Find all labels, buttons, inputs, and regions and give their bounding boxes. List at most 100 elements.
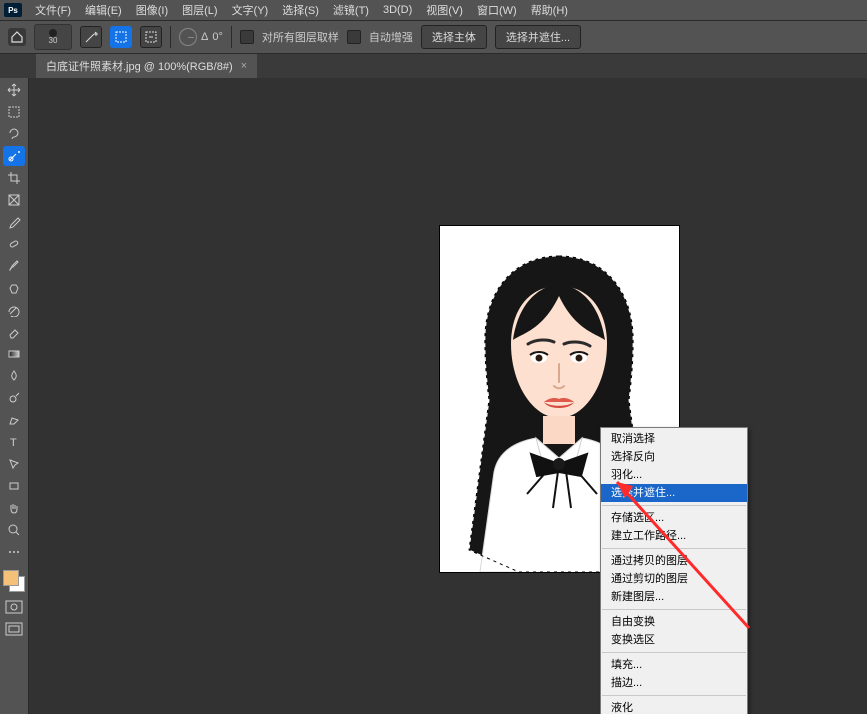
path-select-icon [7, 457, 21, 471]
brush-preset[interactable]: 30 [34, 24, 72, 50]
ctx-deselect[interactable]: 取消选择 [601, 430, 747, 448]
tool-crop[interactable] [3, 168, 25, 188]
tool-history-brush[interactable] [3, 300, 25, 320]
history-brush-icon [7, 303, 21, 317]
brush-icon [7, 259, 21, 273]
document-canvas[interactable]: 取消选择 选择反向 羽化... 选择并遮住... 存储选区... 建立工作路径.… [29, 78, 867, 714]
quick-mask-icon [5, 600, 23, 614]
ctx-sep [602, 652, 746, 653]
ctx-sep [602, 505, 746, 506]
ctx-layer-via-copy[interactable]: 通过拷贝的图层 [601, 552, 747, 570]
color-swatches[interactable] [3, 570, 25, 592]
ctx-feather[interactable]: 羽化... [601, 466, 747, 484]
angle-delta-label: Δ [201, 31, 208, 43]
separator [231, 26, 232, 48]
home-button[interactable] [8, 28, 26, 46]
menu-select[interactable]: 选择(S) [275, 2, 326, 18]
tool-marquee[interactable] [3, 102, 25, 122]
ctx-liquify[interactable]: 液化 [601, 699, 747, 714]
dots-icon [7, 548, 21, 556]
menu-edit[interactable]: 编辑(E) [78, 2, 129, 18]
ctx-select-and-mask[interactable]: 选择并遮住... [601, 484, 747, 502]
menu-window[interactable]: 窗口(W) [470, 2, 524, 18]
mode-new-selection[interactable] [80, 26, 102, 48]
tool-heal[interactable] [3, 234, 25, 254]
brush-size-label: 30 [49, 37, 58, 45]
tool-frame[interactable] [3, 190, 25, 210]
ctx-make-work-path[interactable]: 建立工作路径... [601, 527, 747, 545]
home-icon [10, 30, 24, 44]
wand-plus-icon [84, 30, 98, 44]
ctx-transform-sel[interactable]: 变换选区 [601, 631, 747, 649]
eraser-icon [7, 325, 21, 339]
ctx-inverse[interactable]: 选择反向 [601, 448, 747, 466]
tool-brush[interactable] [3, 256, 25, 276]
screen-mode-toggle[interactable] [5, 622, 23, 636]
document-tab-label: 白底证件照素材.jpg @ 100%(RGB/8#) [46, 58, 233, 74]
hand-icon [7, 501, 21, 515]
angle-ring-icon [179, 28, 197, 46]
menu-3d[interactable]: 3D(D) [376, 4, 419, 16]
ctx-stroke[interactable]: 描边... [601, 674, 747, 692]
crop-icon [7, 171, 21, 185]
auto-enhance-checkbox[interactable] [347, 30, 361, 44]
separator [170, 26, 171, 48]
tool-hand[interactable] [3, 498, 25, 518]
lasso-icon [7, 127, 21, 141]
ctx-fill[interactable]: 填充... [601, 656, 747, 674]
select-and-mask-button[interactable]: 选择并遮住... [495, 25, 581, 49]
ctx-free-transform[interactable]: 自由变换 [601, 613, 747, 631]
menu-filter[interactable]: 滤镜(T) [326, 2, 376, 18]
menu-image[interactable]: 图像(I) [129, 2, 175, 18]
heal-icon [7, 237, 21, 251]
tool-gradient[interactable] [3, 344, 25, 364]
tool-clone[interactable] [3, 278, 25, 298]
select-subject-button[interactable]: 选择主体 [421, 25, 487, 49]
tool-dodge[interactable] [3, 388, 25, 408]
quick-mask-toggle[interactable] [5, 600, 23, 614]
menu-layer[interactable]: 图层(L) [175, 2, 224, 18]
dodge-icon [7, 391, 21, 405]
menu-file[interactable]: 文件(F) [28, 2, 78, 18]
fg-color-swatch[interactable] [3, 570, 19, 586]
marquee-icon [7, 105, 21, 119]
ctx-save-selection[interactable]: 存储选区... [601, 509, 747, 527]
close-tab-icon[interactable]: × [241, 60, 247, 72]
quick-select-icon [7, 149, 21, 163]
clone-icon [7, 281, 21, 295]
menu-type[interactable]: 文字(Y) [225, 2, 276, 18]
tool-blur[interactable] [3, 366, 25, 386]
tool-path-select[interactable] [3, 454, 25, 474]
eyedropper-icon [7, 215, 21, 229]
pen-icon [7, 413, 21, 427]
menu-view[interactable]: 视图(V) [419, 2, 470, 18]
document-tab[interactable]: 白底证件照素材.jpg @ 100%(RGB/8#) × [36, 54, 257, 78]
tool-more[interactable] [3, 542, 25, 562]
screen-mode-icon [5, 622, 23, 636]
menu-help[interactable]: 帮助(H) [524, 2, 575, 18]
tool-rectangle[interactable] [3, 476, 25, 496]
mode-add-selection[interactable] [110, 26, 132, 48]
mode-sub-selection[interactable] [140, 26, 162, 48]
tool-eyedropper[interactable] [3, 212, 25, 232]
app-logo: Ps [4, 3, 22, 17]
ctx-sep [602, 609, 746, 610]
tool-lasso[interactable] [3, 124, 25, 144]
sample-all-layers-checkbox[interactable] [240, 30, 254, 44]
angle-value: 0° [212, 31, 223, 43]
brush-angle[interactable]: Δ 0° [179, 28, 223, 46]
main-area: T [0, 78, 867, 714]
ctx-layer-via-cut[interactable]: 通过剪切的图层 [601, 570, 747, 588]
menu-bar: Ps 文件(F) 编辑(E) 图像(I) 图层(L) 文字(Y) 选择(S) 滤… [0, 0, 867, 21]
rectangle-icon [7, 479, 21, 493]
tool-quick-select[interactable] [3, 146, 25, 166]
ctx-sep [602, 695, 746, 696]
tool-zoom[interactable] [3, 520, 25, 540]
sample-all-layers-label: 对所有图层取样 [262, 29, 339, 45]
tool-type[interactable]: T [3, 432, 25, 452]
tool-move[interactable] [3, 80, 25, 100]
document-tabstrip: 白底证件照素材.jpg @ 100%(RGB/8#) × [0, 54, 867, 78]
ctx-new-layer[interactable]: 新建图层... [601, 588, 747, 606]
tool-pen[interactable] [3, 410, 25, 430]
tool-eraser[interactable] [3, 322, 25, 342]
